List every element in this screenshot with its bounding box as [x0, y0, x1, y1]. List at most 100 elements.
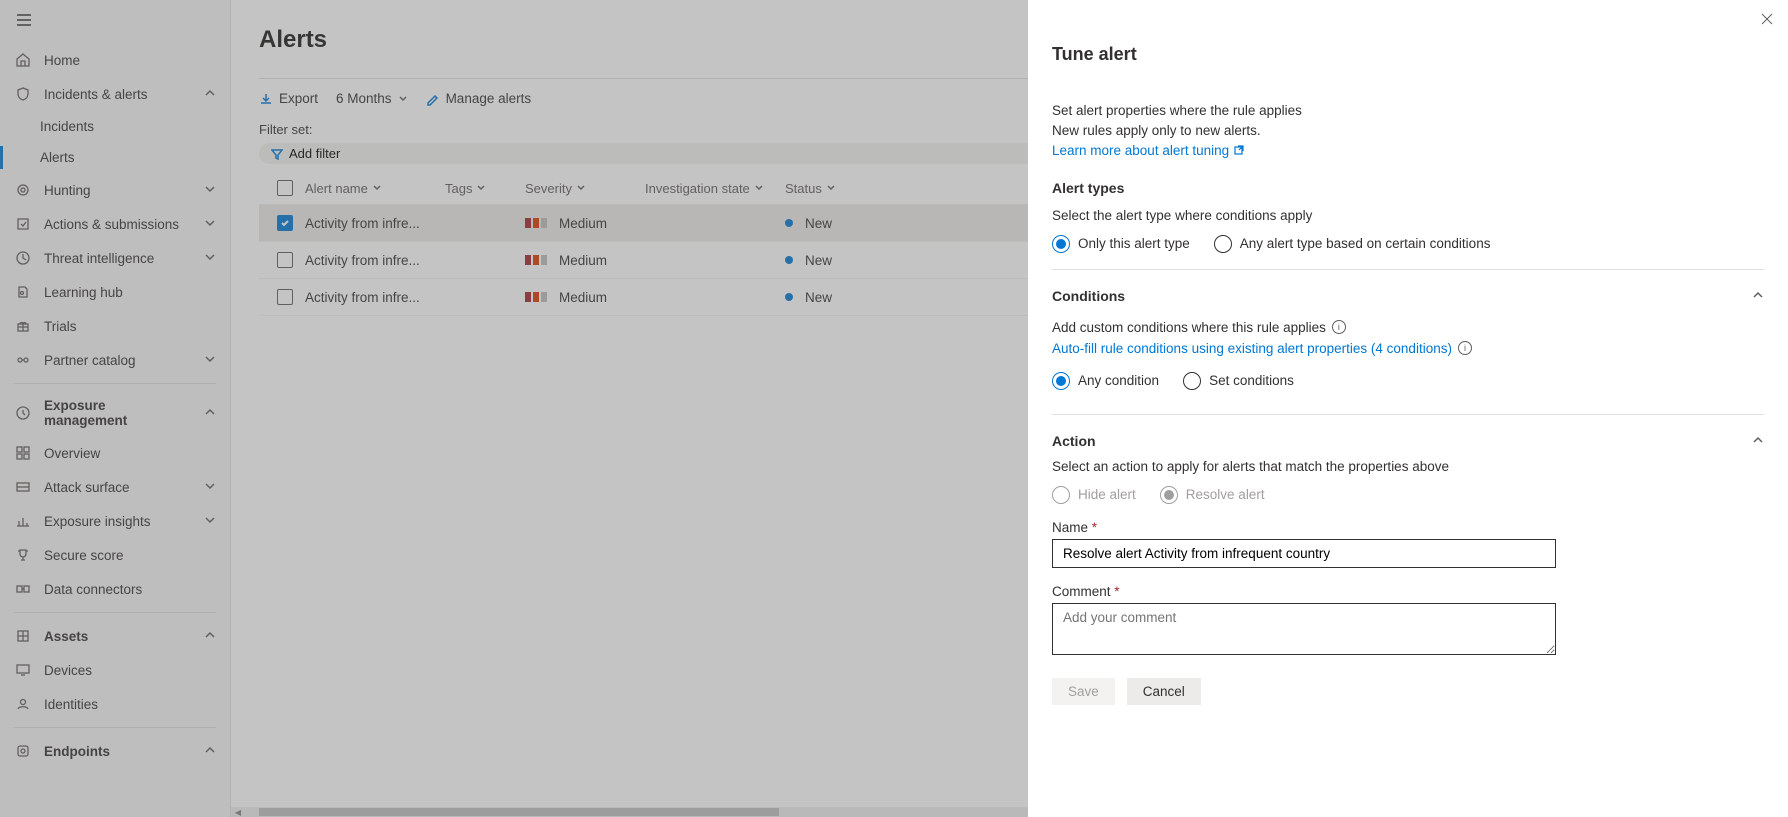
cell-status: New: [785, 216, 875, 231]
chevron-icon: [204, 744, 216, 759]
autofill-conditions-link[interactable]: Auto-fill rule conditions using existing…: [1052, 341, 1452, 356]
chevron-icon: [204, 87, 216, 102]
nav-item-incidents-alerts[interactable]: Incidents & alerts: [0, 77, 230, 111]
action-section-toggle[interactable]: Action: [1052, 423, 1764, 459]
nav-item-overview[interactable]: Overview: [0, 436, 230, 470]
nav-item-trials[interactable]: Trials: [0, 309, 230, 343]
nav-label: Threat intelligence: [44, 251, 192, 266]
nav-label: Home: [44, 53, 216, 68]
nav-label: Alerts: [40, 150, 216, 165]
identity-icon: [14, 695, 32, 713]
radio-only-this-alert[interactable]: Only this alert type: [1052, 235, 1190, 253]
cell-status: New: [785, 253, 875, 268]
chevron-icon: [204, 480, 216, 495]
nav-item-threat-intelligence[interactable]: Threat intelligence: [0, 241, 230, 275]
nav-item-devices[interactable]: Devices: [0, 653, 230, 687]
chevron-icon: [204, 353, 216, 368]
surface-icon: [14, 478, 32, 496]
learn-icon: [14, 283, 32, 301]
col-severity[interactable]: Severity: [525, 181, 645, 196]
add-filter-label: Add filter: [289, 146, 340, 161]
manage-alerts-button[interactable]: Manage alerts: [426, 91, 532, 106]
nav-label: Partner catalog: [44, 353, 192, 368]
nav-label: Exposure management: [44, 398, 192, 428]
chevron-up-icon: [1752, 288, 1764, 304]
nav-label: Incidents: [40, 119, 216, 134]
chevron-up-icon: [1752, 433, 1764, 449]
cancel-button[interactable]: Cancel: [1127, 678, 1201, 705]
row-checkbox[interactable]: [277, 289, 293, 305]
nav-label: Devices: [44, 663, 216, 678]
alert-types-heading: Alert types: [1052, 180, 1764, 196]
nav-item-assets[interactable]: Assets: [0, 619, 230, 653]
select-all-checkbox[interactable]: [277, 180, 293, 196]
grid-icon: [14, 444, 32, 462]
nav-label: Endpoints: [44, 744, 192, 759]
panel-desc-2: New rules apply only to new alerts.: [1052, 121, 1764, 141]
nav-item-actions-submissions[interactable]: Actions & submissions: [0, 207, 230, 241]
export-label: Export: [279, 91, 318, 106]
nav-item-home[interactable]: Home: [0, 43, 230, 77]
cell-alert-name: Activity from infre...: [305, 290, 445, 305]
nav-item-exposure-insights[interactable]: Exposure insights: [0, 504, 230, 538]
cell-severity: Medium: [525, 216, 645, 231]
home-icon: [14, 51, 32, 69]
gift-icon: [14, 317, 32, 335]
tune-alert-panel: Tune alert Set alert properties where th…: [1028, 0, 1788, 817]
nav-label: Identities: [44, 697, 216, 712]
shield-icon: [14, 85, 32, 103]
radio-any-condition[interactable]: Any condition: [1052, 372, 1159, 390]
trophy-icon: [14, 546, 32, 564]
nav-item-secure-score[interactable]: Secure score: [0, 538, 230, 572]
nav-item-partner-catalog[interactable]: Partner catalog: [0, 343, 230, 377]
info-icon[interactable]: i: [1458, 341, 1472, 355]
nav-item-identities[interactable]: Identities: [0, 687, 230, 721]
conditions-help: Add custom conditions where this rule ap…: [1052, 320, 1326, 335]
chevron-icon: [204, 406, 216, 421]
nav-label: Secure score: [44, 548, 216, 563]
nav-label: Incidents & alerts: [44, 87, 192, 102]
name-input[interactable]: [1052, 539, 1556, 568]
nav-item-incidents[interactable]: Incidents: [0, 111, 230, 142]
nav-item-data-connectors[interactable]: Data connectors: [0, 572, 230, 606]
col-status[interactable]: Status: [785, 181, 875, 196]
nav-item-endpoints[interactable]: Endpoints: [0, 734, 230, 768]
col-tags[interactable]: Tags: [445, 181, 525, 196]
nav-item-exposure-management[interactable]: Exposure management: [0, 390, 230, 436]
nav-item-attack-surface[interactable]: Attack surface: [0, 470, 230, 504]
save-button[interactable]: Save: [1052, 678, 1115, 705]
nav-label: Attack surface: [44, 480, 192, 495]
action-icon: [14, 215, 32, 233]
radio-set-conditions[interactable]: Set conditions: [1183, 372, 1294, 390]
nav-item-alerts[interactable]: Alerts: [0, 142, 230, 173]
nav-label: Actions & submissions: [44, 217, 192, 232]
learn-more-link[interactable]: Learn more about alert tuning: [1052, 143, 1245, 158]
info-icon[interactable]: i: [1332, 320, 1346, 334]
close-button[interactable]: [1760, 12, 1774, 31]
hamburger-menu[interactable]: [0, 0, 230, 43]
row-checkbox[interactable]: [277, 252, 293, 268]
conditions-section-toggle[interactable]: Conditions: [1052, 278, 1764, 314]
action-help: Select an action to apply for alerts tha…: [1052, 459, 1764, 474]
comment-textarea[interactable]: [1052, 603, 1556, 655]
col-investigation[interactable]: Investigation state: [645, 181, 785, 196]
chevron-icon: [204, 251, 216, 266]
clock-icon: [14, 404, 32, 422]
name-field-label: Name *: [1052, 520, 1764, 535]
action-heading: Action: [1052, 433, 1096, 449]
insights-icon: [14, 512, 32, 530]
endpoint-icon: [14, 742, 32, 760]
nav-item-learning-hub[interactable]: Learning hub: [0, 275, 230, 309]
assets-icon: [14, 627, 32, 645]
panel-title: Tune alert: [1052, 44, 1764, 65]
export-button[interactable]: Export: [259, 91, 318, 106]
panel-desc-1: Set alert properties where the rule appl…: [1052, 101, 1764, 121]
time-range-dropdown[interactable]: 6 Months: [336, 91, 408, 106]
nav-item-hunting[interactable]: Hunting: [0, 173, 230, 207]
radio-any-alert-type[interactable]: Any alert type based on certain conditio…: [1214, 235, 1491, 253]
chevron-icon: [204, 629, 216, 644]
row-checkbox[interactable]: [277, 215, 293, 231]
col-alert-name[interactable]: Alert name: [305, 181, 445, 196]
nav-label: Data connectors: [44, 582, 216, 597]
cell-alert-name: Activity from infre...: [305, 253, 445, 268]
